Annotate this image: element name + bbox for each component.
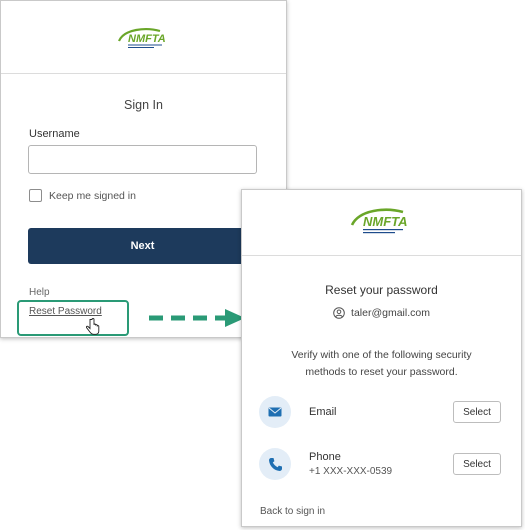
method-email-text: Email xyxy=(309,406,453,418)
select-email-button[interactable]: Select xyxy=(453,401,501,423)
signin-title: Sign In xyxy=(124,98,163,112)
phone-icon xyxy=(268,457,282,471)
nmfta-logo-icon: NMFTA xyxy=(350,208,408,234)
account-email: taler@gmail.com xyxy=(242,307,521,319)
username-label: Username xyxy=(29,128,80,140)
envelope-icon-circle xyxy=(259,396,291,428)
reset-description: Verify with one of the following securit… xyxy=(291,349,472,378)
method-phone-number: +1 XXX-XXX-0539 xyxy=(309,466,393,477)
method-phone-name: Phone xyxy=(309,451,341,463)
nmfta-logo: NMFTA xyxy=(1,23,286,53)
reset-password-card: NMFTA Reset your password taler@gmail.co… xyxy=(241,189,522,527)
hand-cursor-icon xyxy=(86,318,100,335)
email-text: taler@gmail.com xyxy=(351,307,430,319)
method-phone-text: Phone +1 XXX-XXX-0539 xyxy=(309,451,453,477)
user-circle-icon xyxy=(333,307,345,319)
header-divider xyxy=(1,73,286,74)
keep-signed-in-checkbox[interactable] xyxy=(29,189,42,202)
reset-title: Reset your password xyxy=(325,283,438,297)
envelope-icon xyxy=(268,407,282,417)
select-phone-button[interactable]: Select xyxy=(453,453,501,475)
header-divider xyxy=(242,255,521,256)
nmfta-logo-icon: NMFTA xyxy=(117,28,166,48)
keep-signed-in-row[interactable]: Keep me signed in xyxy=(29,189,136,202)
method-email: Email Select xyxy=(259,395,501,429)
reset-link-highlight xyxy=(17,300,129,336)
method-phone: Phone +1 XXX-XXX-0539 Select xyxy=(259,447,501,481)
svg-text:NMFTA: NMFTA xyxy=(128,33,166,45)
back-to-signin-link[interactable]: Back to sign in xyxy=(260,506,325,517)
keep-signed-in-label[interactable]: Keep me signed in xyxy=(49,190,136,202)
phone-icon-circle xyxy=(259,448,291,480)
method-email-name: Email xyxy=(309,406,337,418)
svg-text:NMFTA: NMFTA xyxy=(363,214,408,229)
dashed-arrow-icon xyxy=(149,309,245,327)
username-input[interactable] xyxy=(28,145,257,174)
next-button[interactable]: Next xyxy=(28,228,257,264)
help-link[interactable]: Help xyxy=(29,287,50,298)
nmfta-logo: NMFTA xyxy=(242,204,521,238)
